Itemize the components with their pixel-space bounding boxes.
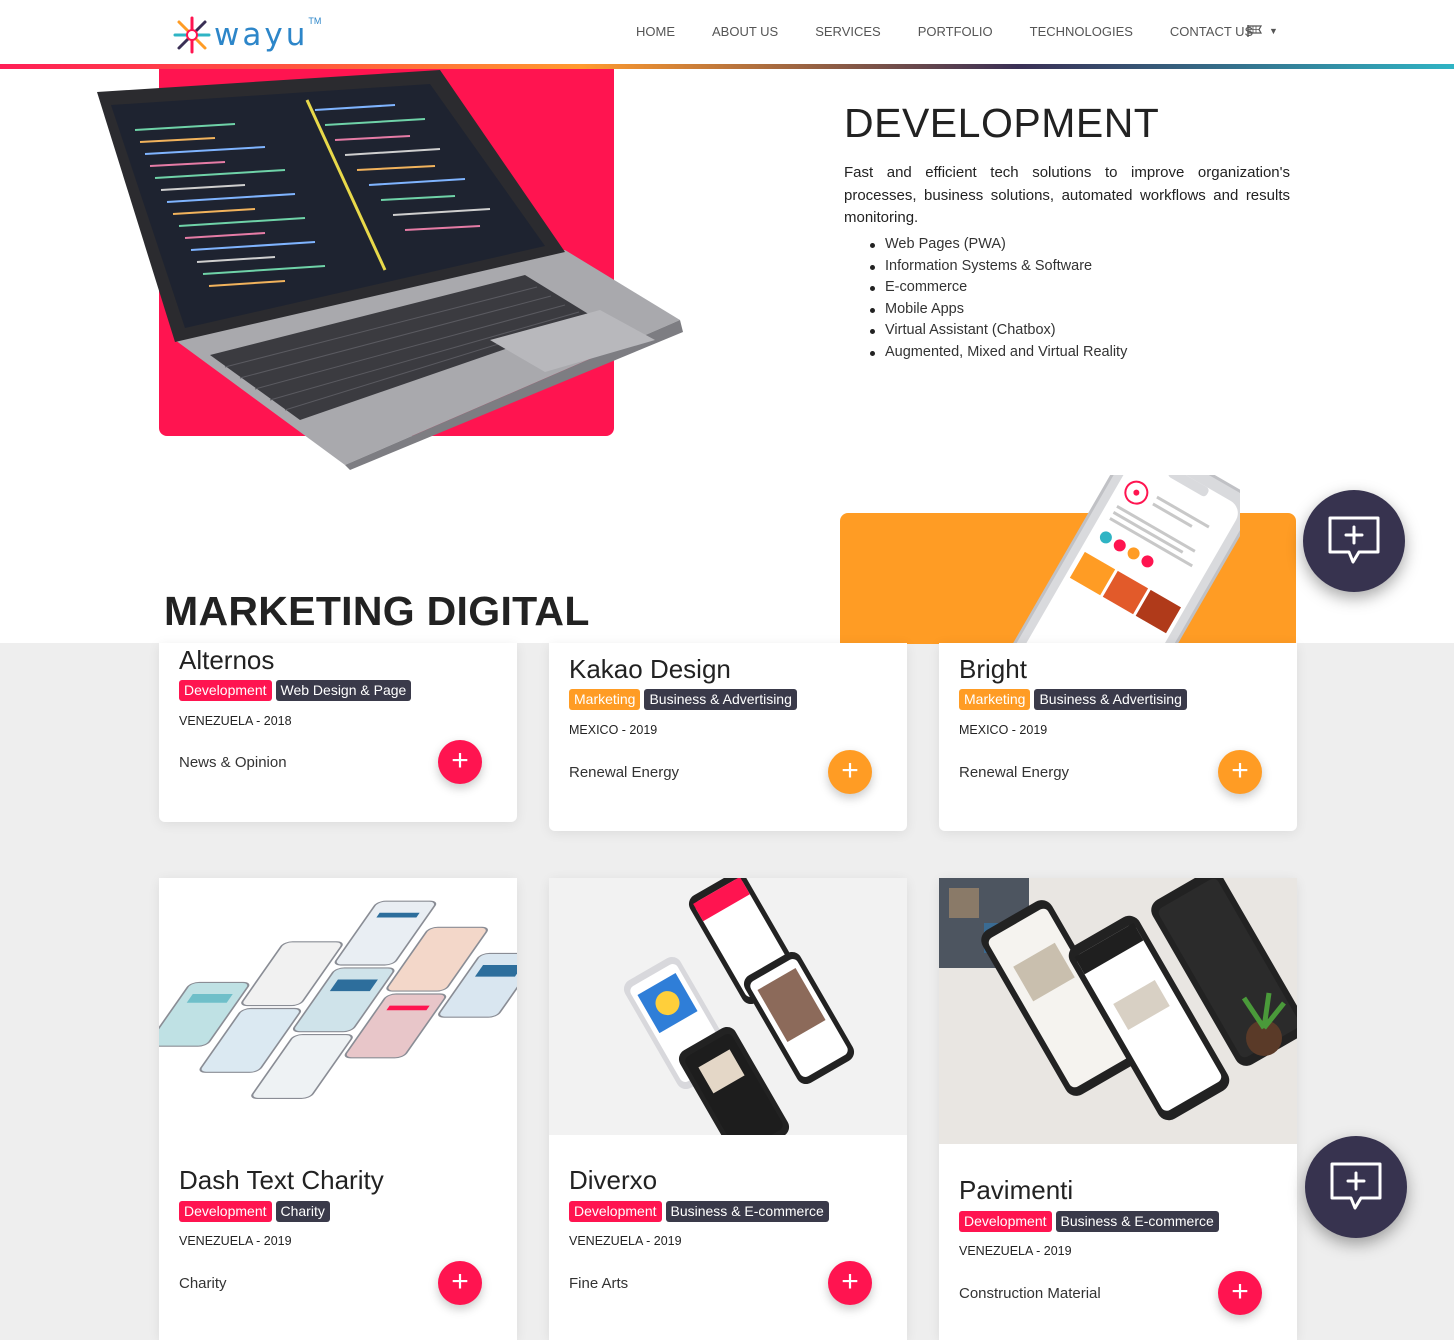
chat-add-icon [1328, 516, 1380, 564]
nav-portfolio[interactable]: PORTFOLIO [918, 24, 993, 39]
card-location-year: MEXICO - 2019 [569, 723, 658, 737]
portfolio-card-alternos[interactable]: Alternos Development Web Design & Page V… [159, 643, 517, 822]
card-tags: Development Business & E-commerce [569, 1201, 833, 1222]
card-category: Charity [179, 1275, 227, 1292]
development-heading: DEVELOPMENT [844, 100, 1160, 146]
main-nav: HOME ABOUT US SERVICES PORTFOLIO TECHNOL… [636, 24, 1290, 39]
card-tags: Development Web Design & Page [179, 680, 415, 701]
laptop-image [97, 70, 683, 470]
list-item: E-commerce [868, 277, 1127, 299]
card-title: Diverxo [569, 1165, 658, 1195]
tag-business-ecommerce[interactable]: Business & E-commerce [1055, 1211, 1219, 1232]
project-image [549, 878, 907, 1135]
nav-home[interactable]: HOME [636, 24, 675, 39]
card-category: News & Opinion [179, 754, 287, 771]
logo-mark-icon [173, 16, 211, 54]
list-item: Mobile Apps [868, 299, 1127, 321]
development-services-list: Web Pages (PWA) Information Systems & So… [868, 234, 1127, 363]
card-location-year: VENEZUELA - 2019 [179, 1234, 292, 1248]
project-image [939, 878, 1297, 1144]
marketing-heading: MARKETING DIGITAL [164, 588, 590, 634]
portfolio-card-diverxo[interactable]: Diverxo Development Business & E-commerc… [549, 878, 907, 1340]
card-tags: Marketing Business & Advertising [959, 689, 1191, 710]
wayu-logo[interactable]: wayu TM [172, 14, 321, 56]
flag-icon [1247, 25, 1263, 37]
tag-development[interactable]: Development [569, 1201, 662, 1222]
list-item: Web Pages (PWA) [868, 234, 1127, 256]
expand-button[interactable]: + [828, 1261, 872, 1305]
card-title: Alternos [179, 645, 275, 675]
logo-trademark: TM [308, 16, 322, 26]
nav-technologies[interactable]: TECHNOLOGIES [1030, 24, 1133, 39]
tag-development[interactable]: Development [959, 1211, 1052, 1232]
nav-about-us[interactable]: ABOUT US [712, 24, 778, 39]
card-location-year: VENEZUELA - 2019 [569, 1234, 682, 1248]
portfolio-card-kakao-design[interactable]: Kakao Design Marketing Business & Advert… [549, 643, 907, 831]
tag-business-advertising[interactable]: Business & Advertising [1034, 689, 1187, 710]
card-location-year: MEXICO - 2019 [959, 723, 1048, 737]
development-description: Fast and efficient tech solutions to imp… [844, 164, 1290, 226]
tag-marketing[interactable]: Marketing [569, 689, 641, 710]
list-item: Augmented, Mixed and Virtual Reality [868, 342, 1127, 364]
list-item: Virtual Assistant (Chatbox) [868, 320, 1127, 342]
logo-wordmark: wayu [214, 17, 309, 53]
card-tags: Development Business & E-commerce [959, 1211, 1223, 1232]
portfolio-card-pavimenti[interactable]: Pavimenti Development Business & E-comme… [939, 878, 1297, 1340]
tag-charity[interactable]: Charity [275, 1201, 330, 1222]
chat-add-icon [1330, 1162, 1382, 1210]
card-location-year: VENEZUELA - 2018 [179, 714, 292, 728]
expand-button[interactable]: + [828, 750, 872, 794]
card-category: Construction Material [959, 1285, 1101, 1302]
card-title: Dash Text Charity [179, 1165, 384, 1195]
card-category: Renewal Energy [569, 764, 680, 781]
nav-services[interactable]: SERVICES [815, 24, 881, 39]
card-tags: Marketing Business & Advertising [569, 689, 801, 710]
card-title: Kakao Design [569, 654, 731, 684]
tag-business-advertising[interactable]: Business & Advertising [644, 689, 797, 710]
portfolio-card-dash-text-charity[interactable]: Dash Text Charity Development Charity VE… [159, 878, 517, 1340]
card-title: Pavimenti [959, 1175, 1074, 1205]
card-location-year: VENEZUELA - 2019 [959, 1244, 1072, 1258]
chat-button[interactable] [1305, 1136, 1407, 1238]
phone-image [990, 475, 1240, 645]
expand-button[interactable]: + [1218, 750, 1262, 794]
tag-marketing[interactable]: Marketing [959, 689, 1031, 710]
tag-business-ecommerce[interactable]: Business & E-commerce [665, 1201, 829, 1222]
list-item: Information Systems & Software [868, 256, 1127, 278]
tag-web-design[interactable]: Web Design & Page [275, 680, 412, 701]
tag-development[interactable]: Development [179, 680, 272, 701]
nav-contact-us[interactable]: CONTACT US [1170, 24, 1253, 39]
project-image [159, 878, 517, 1133]
language-selector[interactable]: ▼ [1246, 24, 1278, 38]
tag-development[interactable]: Development [179, 1201, 272, 1222]
chevron-down-icon: ▼ [1269, 26, 1278, 36]
card-category: Fine Arts [569, 1275, 629, 1292]
header-gradient-bar [0, 64, 1454, 69]
expand-button[interactable]: + [1218, 1271, 1262, 1315]
portfolio-card-bright[interactable]: Bright Marketing Business & Advertising … [939, 643, 1297, 831]
card-title: Bright [959, 654, 1027, 684]
chat-button[interactable] [1303, 490, 1405, 592]
site-header: wayu TM HOME ABOUT US SERVICES PORTFOLIO… [0, 0, 1454, 66]
card-category: Renewal Energy [959, 764, 1070, 781]
expand-button[interactable]: + [438, 740, 482, 784]
expand-button[interactable]: + [438, 1261, 482, 1305]
card-tags: Development Charity [179, 1201, 334, 1222]
